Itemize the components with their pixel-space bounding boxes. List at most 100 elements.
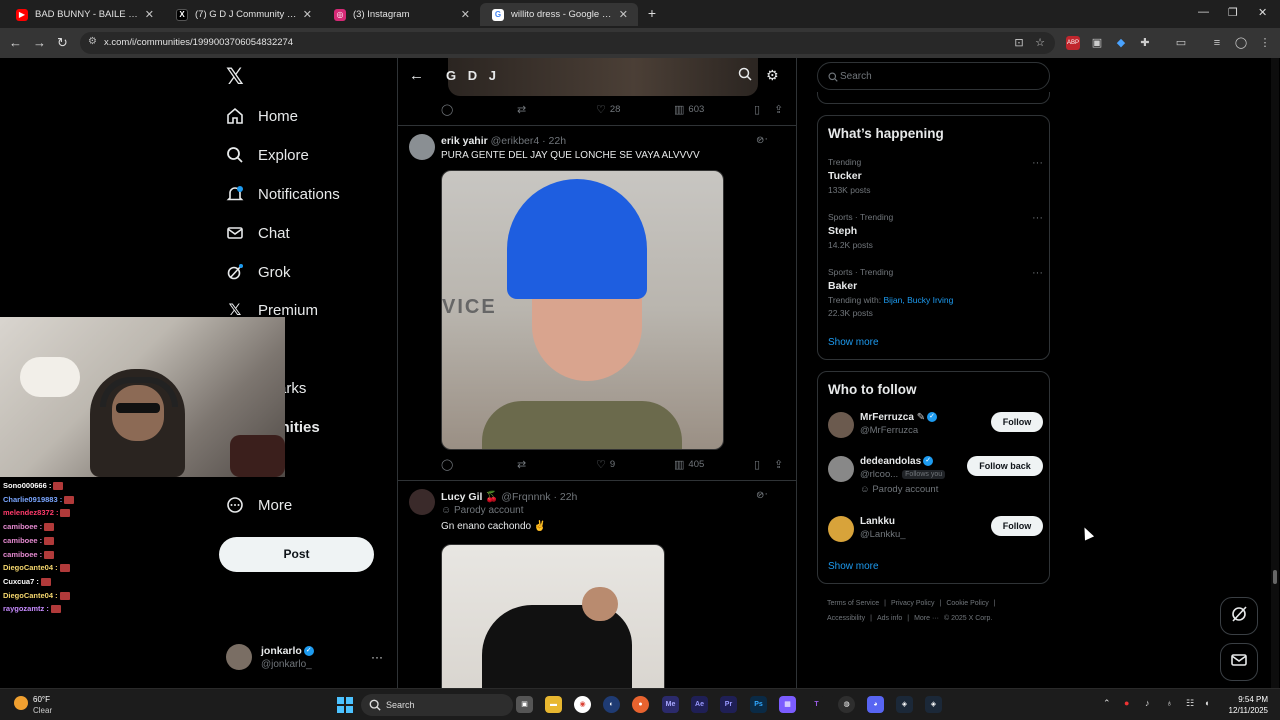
app-icon[interactable]: ◍ [838,696,855,713]
repost-icon[interactable]: ⇄ [517,103,530,116]
install-icon[interactable]: ⊡ [1012,36,1026,50]
views-button[interactable]: ▥ 603 [674,103,704,116]
trend-links[interactable]: Bijan, Bucky Irving [883,295,953,305]
puzzle-icon[interactable]: ✚ [1138,36,1152,50]
scrollbar[interactable] [1271,58,1279,688]
volume-icon[interactable]: ◖ [1204,698,1209,708]
reply-icon[interactable]: ◯ [441,458,457,471]
post-image[interactable]: VICE [441,170,724,450]
speaker-icon[interactable]: ♪ [1145,698,1150,708]
x-logo-icon[interactable]: 𝕏 [226,64,244,90]
more-dots-icon[interactable]: ··· [757,488,768,500]
close-window-icon[interactable]: ✕ [1258,6,1267,19]
grok-fab[interactable] [1220,597,1258,635]
nav-notifications[interactable]: Notifications [226,179,340,209]
nav-explore[interactable]: Explore [226,140,309,170]
network-icon[interactable]: ☷ [1186,698,1194,709]
maximize-icon[interactable]: ❐ [1228,6,1238,19]
more-dots-icon[interactable]: ··· [1032,212,1043,224]
footer-link[interactable]: Cookie Policy [946,600,988,607]
gear-icon[interactable]: ⚙ [766,67,779,84]
menu-icon[interactable]: ⋮ [1258,36,1272,50]
follow-suggestion[interactable]: Lankku @Lankku_ Follow [828,514,1043,548]
show-more-link[interactable]: Show more [828,561,879,572]
tab-youtube[interactable]: ▶ BAD BUNNY - BAILE INoLVIDAB ✕ [4,3,164,26]
post-button[interactable]: Post [219,537,374,572]
tab-x-community[interactable]: X (7) G D J Community / X ✕ [164,3,322,26]
extension-icon[interactable]: ◆ [1114,36,1128,50]
chrome-icon[interactable]: ◉ [574,696,591,713]
more-dots-icon[interactable]: ··· [1032,157,1043,169]
system-clock[interactable]: 9:54 PM 12/11/2025 [1222,694,1268,716]
taskbar-search[interactable]: Search [361,694,513,716]
profile-icon[interactable]: ◯ [1234,36,1248,50]
new-tab-icon[interactable]: + [644,5,660,21]
more-dots-icon[interactable]: ··· [1032,267,1043,279]
sidepanel-icon[interactable]: ▭ [1174,36,1188,50]
premiere-icon[interactable]: Pr [720,696,737,713]
follow-button[interactable]: Follow [991,412,1043,432]
views-button[interactable]: ▥ 405 [674,458,704,471]
extension-icon[interactable]: ▣ [1090,36,1104,50]
follow-suggestion[interactable]: dedeandolas ✓ @rlcoo... Follows you ☺ Paro… [828,454,1043,498]
app-icon[interactable]: ▦ [779,696,796,713]
nav-home[interactable]: Home [226,101,298,131]
task-view-icon[interactable]: ▣ [516,696,533,713]
minimize-icon[interactable]: — [1198,6,1209,18]
tray-chevron-icon[interactable]: ⌃ [1103,698,1111,709]
more-dots-icon[interactable]: ··· [371,650,383,664]
close-icon[interactable]: ✕ [461,8,470,21]
more-dots-icon[interactable]: ··· [757,133,768,145]
bookmark-icon[interactable]: ▯ [754,458,764,471]
trend-item[interactable]: Sports · Trending Steph 14.2K posts ··· [828,212,1043,250]
follow-suggestion[interactable]: MrFerruzca ✎ ✓ @MrFerruzca Follow [828,410,1043,444]
nav-chat[interactable]: Chat [226,218,290,248]
steam-icon[interactable]: ◈ [896,696,913,713]
show-more-link[interactable]: Show more [828,337,879,348]
post-author[interactable]: erik yahir @erikber4 · 22h [441,135,566,147]
nav-more[interactable]: More [226,490,292,520]
trend-item[interactable]: Sports · Trending Baker Trending with: B… [828,267,1043,318]
close-icon[interactable]: ✕ [303,8,312,21]
site-info-icon[interactable]: ⚙ [88,36,97,47]
footer-link[interactable]: Ads info [877,615,902,622]
footer-link[interactable]: Accessibility [827,615,865,622]
search-icon[interactable] [738,67,752,86]
follow-back-button[interactable]: Follow back [967,456,1043,476]
media-encoder-icon[interactable]: Me [662,696,679,713]
close-icon[interactable]: ✕ [619,8,628,21]
avatar[interactable] [409,134,435,160]
file-explorer-icon[interactable]: ▬ [545,696,562,713]
tab-instagram[interactable]: ◎ (3) Instagram ✕ [322,3,480,26]
tab-google-search[interactable]: G willito dress - Google Search ✕ [480,3,638,26]
scrollbar-thumb[interactable] [1273,570,1277,584]
bookmark-star-icon[interactable]: ☆ [1033,36,1047,50]
footer-link[interactable]: More ··· [914,615,939,622]
avatar[interactable] [409,489,435,515]
app-icon[interactable]: ◐ [603,696,620,713]
tray-app-icon[interactable]: ● [1124,698,1129,708]
omnibox[interactable]: ⚙ x.com/i/communities/199900370605483227… [80,32,1055,54]
photoshop-icon[interactable]: Ps [750,696,767,713]
like-button[interactable]: ♡ 28 [596,103,620,116]
close-icon[interactable]: ✕ [145,8,154,21]
trend-item[interactable]: Trending Tucker 133K posts ··· [828,157,1043,195]
windows-start-icon[interactable] [337,697,353,713]
share-icon[interactable]: ⇪ [774,458,787,471]
app-icon[interactable]: ● [632,696,649,713]
reload-icon[interactable]: ↻ [57,35,68,51]
mic-icon[interactable]: ♁ [1166,698,1173,708]
avatar[interactable] [828,412,854,438]
search-input[interactable]: Search [817,62,1050,90]
nav-grok[interactable]: Grok [226,257,291,287]
adblock-icon[interactable]: ABP [1066,36,1080,50]
forward-icon[interactable]: → [33,35,46,50]
repost-icon[interactable]: ⇄ [517,458,530,471]
avatar[interactable] [828,456,854,482]
post-author[interactable]: Lucy Gil 🍒 @Frqnnnk · 22h [441,490,577,503]
footer-link[interactable]: Privacy Policy [891,600,935,607]
app-icon[interactable]: T [808,696,825,713]
reply-icon[interactable]: ◯ [441,103,457,116]
follow-button[interactable]: Follow [991,516,1043,536]
post-image[interactable] [441,544,665,688]
